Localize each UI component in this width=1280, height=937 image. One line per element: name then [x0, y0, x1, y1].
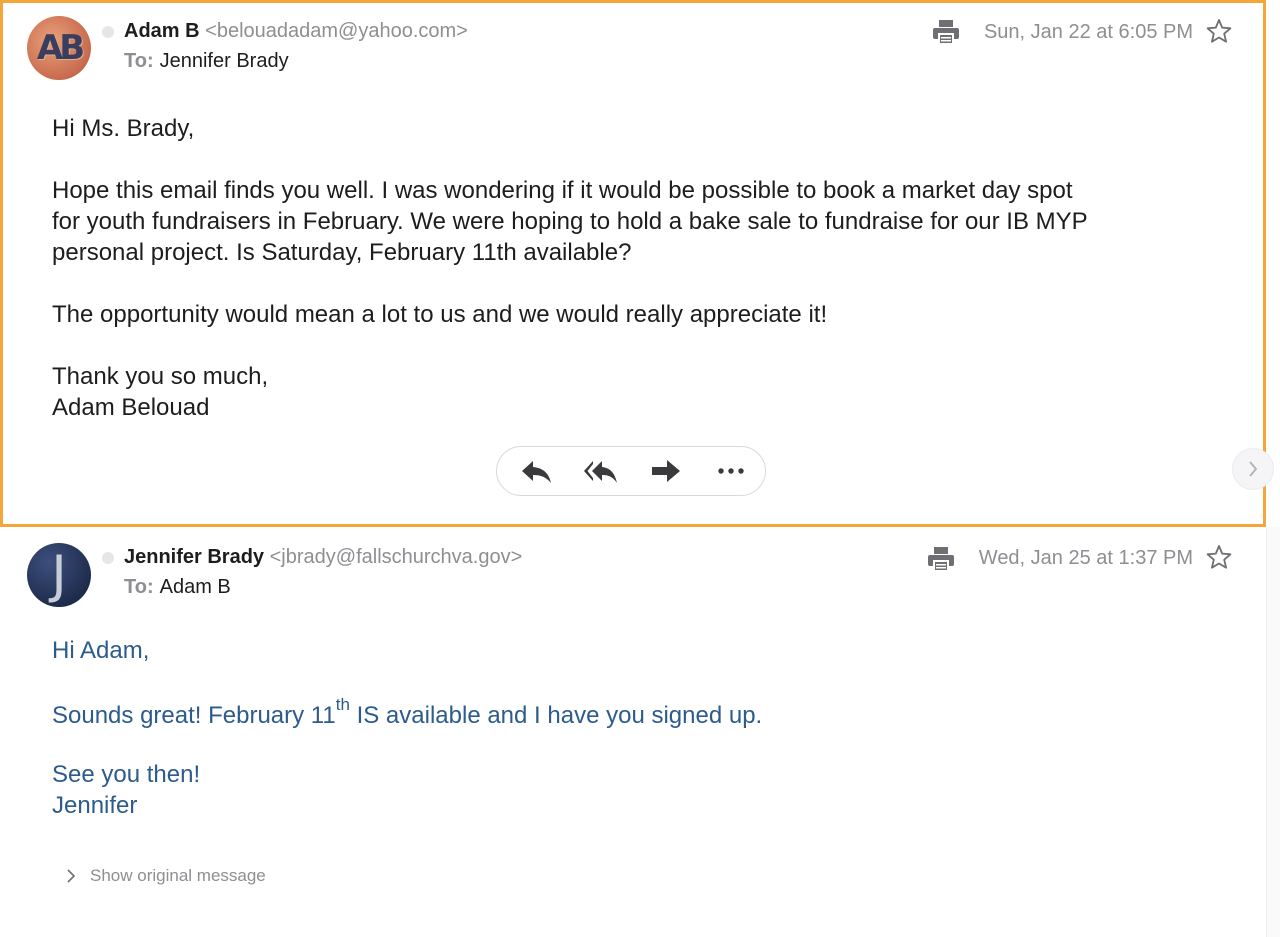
show-original-toggle[interactable]: Show original message — [66, 866, 266, 886]
closing: Thank you so much, — [52, 363, 269, 390]
chevron-right-icon — [67, 869, 76, 883]
sender-line: Jennifer Brady <jbrady@fallschurchva.gov… — [124, 546, 522, 569]
to-label: To: — [124, 50, 154, 72]
greeting: Hi Ms. Brady, — [52, 115, 195, 142]
unread-dot-icon — [102, 552, 114, 564]
body-text: IS available and I have you signed up. — [349, 702, 763, 729]
greeting: Hi Adam, — [52, 637, 150, 664]
unread-dot-icon — [102, 26, 114, 38]
chevron-right-icon — [1249, 461, 1258, 477]
message-date: Wed, Jan 25 at 1:37 PM — [978, 547, 1193, 569]
email-message-2: J Jennifer Brady <jbrady@fallschurchva.g… — [0, 527, 1266, 937]
recipient-line: To: Jennifer Brady — [124, 50, 289, 73]
reply-icon[interactable] — [519, 457, 555, 485]
recipient-line: To: Adam B — [124, 576, 231, 599]
print-icon[interactable] — [932, 19, 960, 45]
message-actions-toolbar — [496, 446, 766, 496]
sender-name[interactable]: Adam B — [124, 20, 200, 42]
more-icon[interactable] — [713, 457, 749, 485]
avatar-initials: AB — [36, 28, 85, 68]
closing: See you then! — [52, 761, 201, 788]
ordinal-suffix: th — [335, 695, 350, 714]
sender-line: Adam B <belouadadam@yahoo.com> — [124, 20, 468, 43]
recipient-name[interactable]: Adam B — [160, 576, 231, 598]
sender-email[interactable]: <jbrady@fallschurchva.gov> — [270, 546, 523, 568]
print-icon[interactable] — [927, 546, 955, 572]
to-label: To: — [124, 576, 154, 598]
body-line: The opportunity would mean a lot to us a… — [52, 301, 828, 328]
recipient-name[interactable]: Jennifer Brady — [160, 50, 289, 72]
body-line: Sounds great! February 11th IS available… — [52, 696, 763, 731]
signature: Adam Belouad — [52, 394, 210, 421]
sender-email[interactable]: <belouadadam@yahoo.com> — [205, 20, 468, 42]
message-body: Hi Adam, Sounds great! February 11th IS … — [52, 635, 762, 821]
body-line: Hope this email finds you well. I was wo… — [52, 177, 1073, 204]
body-line: for youth fundraisers in February. We we… — [52, 208, 1088, 235]
sender-avatar: AB — [27, 16, 91, 80]
next-arrow-button[interactable] — [1232, 448, 1274, 490]
reply-all-icon[interactable] — [583, 457, 619, 485]
sender-name[interactable]: Jennifer Brady — [124, 546, 264, 568]
star-icon[interactable] — [1206, 18, 1232, 44]
signature: Jennifer — [52, 792, 138, 819]
avatar-initials: J — [51, 545, 67, 605]
sender-avatar: J — [27, 543, 91, 607]
forward-icon[interactable] — [649, 457, 685, 485]
show-original-label: Show original message — [90, 866, 266, 885]
scrollbar[interactable] — [1266, 527, 1280, 937]
message-date: Sun, Jan 22 at 6:05 PM — [983, 21, 1193, 43]
body-line: personal project. Is Saturday, February … — [52, 239, 632, 266]
body-text: Sounds great! February 11 — [52, 702, 336, 729]
message-body: Hi Ms. Brady, Hope this email finds you … — [52, 113, 1088, 423]
email-message-1: AB Adam B <belouadadam@yahoo.com> To: Jen… — [0, 0, 1266, 527]
star-icon[interactable] — [1206, 544, 1232, 570]
